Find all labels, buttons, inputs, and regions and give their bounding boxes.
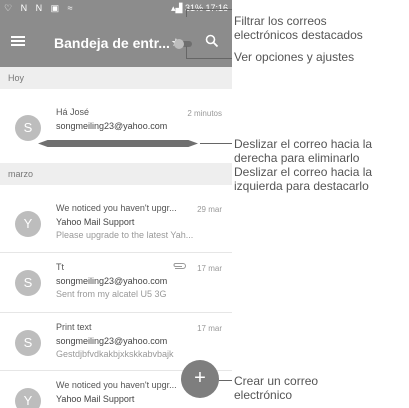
callout-line [186,9,187,17]
mail-sender: Print text [56,322,92,332]
callout-swipe: Deslizar el correo hacia la derecha para… [234,137,373,193]
mail-subject: Yahoo Mail Support [56,394,135,404]
toggle-track [174,39,192,49]
callout-compose: Crear un correo electrónico [234,374,319,402]
callout-options: Ver opciones y ajustes [234,50,355,64]
section-header-today: Hoy [0,67,232,89]
mail-preview: Gestdjbfvdkakbjxkskkabvbajk [56,349,174,359]
mail-preview: Sent from my alcatel U5 3G [56,289,167,299]
signal-icon: ▴▟ [170,3,185,13]
callout-line [186,58,232,59]
callout-line [186,9,232,10]
avatar: S [15,270,41,296]
mail-sender: Tt [56,262,64,272]
mail-preview: Please upgrade to the latest Yah... [56,230,194,240]
phone-screen: ♡ N N ▣ ≈ ▴▟ 31% 17:16 Bandeja de entr..… [0,0,232,408]
mail-sender: Há José [56,107,90,117]
callout-line [200,143,232,144]
mail-date: 17 mar [197,264,222,273]
mail-date: 17 mar [197,324,222,333]
mail-sender: We noticed you haven't upgr... [56,380,177,390]
compose-button[interactable]: + [181,360,219,398]
toggle-knob [174,39,184,49]
mail-subject: songmeiling23@yahoo.com [56,121,168,131]
battery-level: 31% [184,3,203,13]
app-bar: Bandeja de entr... ★ [0,17,232,67]
clock: 17:16 [205,3,228,13]
paperclip-icon [173,263,186,269]
list-item[interactable]: Y We noticed you haven't upgr... Yahoo M… [0,195,232,251]
list-item[interactable]: S Tt songmeiling23@yahoo.com Sent from m… [0,254,232,310]
mail-subject: Yahoo Mail Support [56,217,135,227]
avatar: Y [15,388,41,408]
avatar: S [15,330,41,356]
divider [0,312,232,313]
callout-starred-filter: Filtrar los correos electrónicos destaca… [234,14,363,42]
mail-subject: songmeiling23@yahoo.com [56,336,168,346]
avatar: S [15,115,41,141]
page-title: Bandeja de entr... [54,35,170,51]
divider [0,252,232,253]
mail-date: 29 mar [197,205,222,214]
swipe-indicator [38,140,198,147]
avatar: Y [15,211,41,237]
callout-line [219,380,232,381]
status-notification-icons: ♡ N N ▣ ≈ [4,3,76,13]
search-icon[interactable] [205,34,219,48]
section-header-march: marzo [0,163,232,185]
mail-date: 2 minutos [187,109,222,118]
menu-icon[interactable] [11,36,25,46]
mail-sender: We noticed you haven't upgr... [56,203,177,213]
mail-subject: songmeiling23@yahoo.com [56,276,168,286]
callout-line [186,46,187,58]
